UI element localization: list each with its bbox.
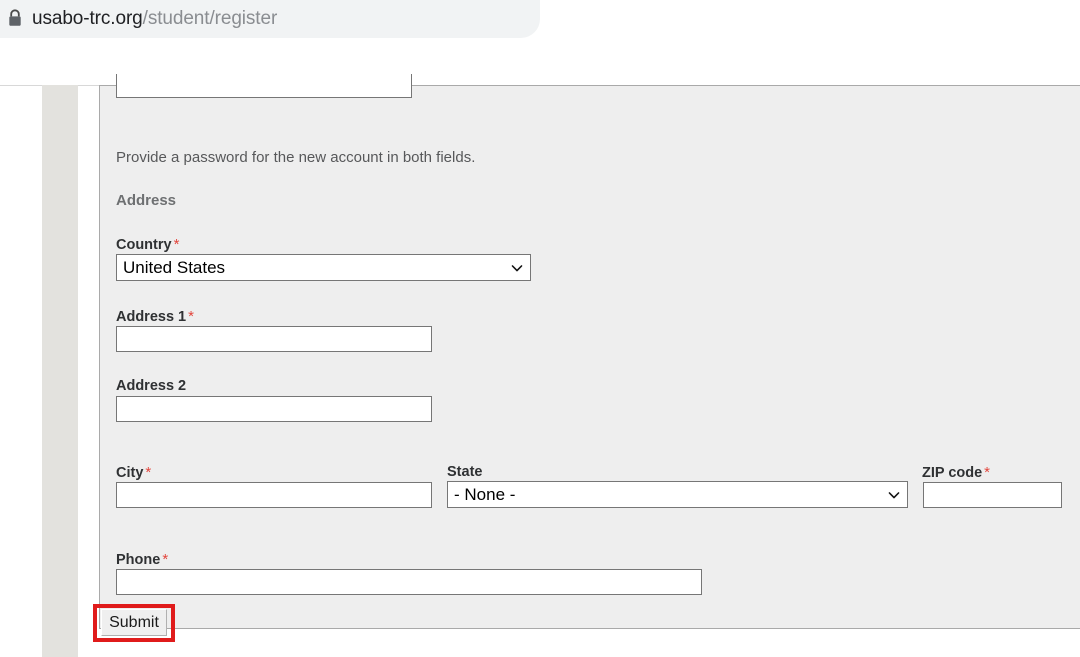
url-domain: usabo-trc.org [32, 8, 143, 29]
city-label: City * [116, 464, 151, 481]
left-layout-stripe [42, 85, 78, 657]
state-selected-value: - None - [454, 484, 516, 504]
chevron-down-icon [888, 491, 900, 498]
address1-input[interactable] [116, 326, 432, 352]
phone-label: Phone * [116, 551, 168, 568]
url-path: /student/register [142, 8, 278, 29]
address-fieldset-panel: Provide a password for the new account i… [99, 74, 1080, 629]
address1-label: Address 1 * [116, 308, 194, 325]
zip-label-text: ZIP code [922, 465, 983, 481]
submit-button[interactable]: Submit [101, 609, 167, 636]
country-label-text: Country [116, 237, 172, 253]
zip-input[interactable] [923, 482, 1062, 508]
city-input[interactable] [116, 482, 432, 508]
browser-chrome: usabo-trc.org/student/register [0, 0, 1080, 38]
country-required-marker: * [173, 236, 180, 253]
phone-label-text: Phone [116, 552, 161, 568]
country-select[interactable]: United States [116, 254, 531, 281]
password-confirm-input-partial[interactable] [116, 74, 412, 98]
password-help-text: Provide a password for the new account i… [116, 149, 476, 166]
page-viewport: Provide a password for the new account i… [0, 38, 1080, 657]
address-section-heading: Address [116, 192, 177, 209]
city-label-text: City [116, 465, 144, 481]
address1-label-text: Address 1 [116, 309, 187, 325]
chevron-down-icon [511, 264, 523, 271]
address1-required-marker: * [188, 308, 194, 325]
lock-icon [9, 9, 21, 26]
url-text: usabo-trc.org/student/register [32, 6, 277, 32]
address-bar[interactable]: usabo-trc.org/student/register [0, 0, 540, 38]
state-label: State [447, 464, 483, 480]
phone-input[interactable] [116, 569, 702, 595]
zip-label: ZIP code * [922, 464, 990, 481]
address2-input[interactable] [116, 396, 432, 422]
phone-required-marker: * [162, 551, 169, 568]
country-selected-value: United States [123, 257, 226, 277]
address2-label: Address 2 [116, 378, 187, 394]
zip-required-marker: * [984, 464, 991, 481]
city-required-marker: * [145, 464, 152, 481]
state-select[interactable]: - None - [447, 481, 908, 508]
country-label: Country * [116, 236, 179, 253]
